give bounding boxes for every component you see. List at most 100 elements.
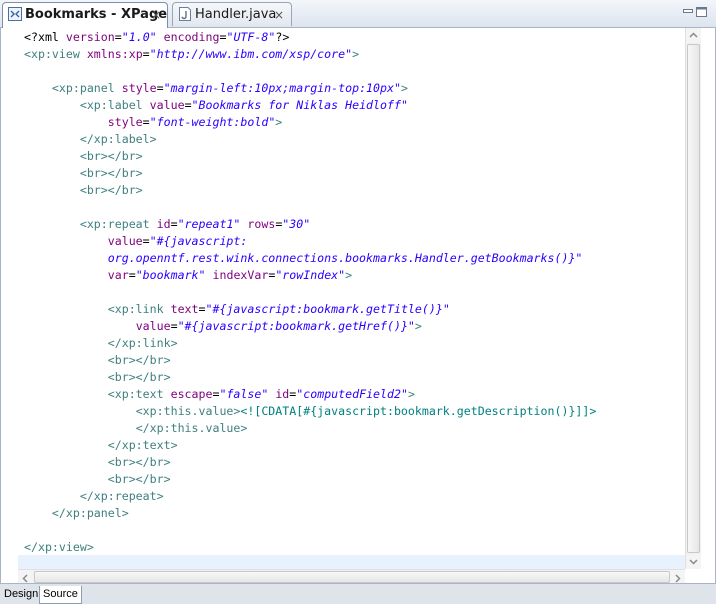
- code-token: xmlns:xp: [86, 47, 143, 61]
- code-token: "1.0": [121, 30, 157, 44]
- code-token: indexVar: [212, 268, 269, 282]
- code-token: <![CDATA[#{javascript:bookmark.getDescri…: [240, 404, 597, 418]
- editor-gutter: [1, 28, 18, 569]
- code-token: <br></br>: [79, 166, 143, 180]
- code-token: "margin-left:10px;margin-top:10px": [163, 81, 401, 95]
- code-token: =: [128, 268, 136, 282]
- code-token: <br></br>: [107, 353, 171, 367]
- code-token: "http://www.ibm.com/xsp/core": [149, 47, 353, 61]
- code-line: value="#{javascript:: [24, 233, 248, 250]
- tab-handler-java[interactable]: Handler.java ×: [172, 2, 292, 26]
- code-line: </xp:panel>: [24, 505, 129, 522]
- minimize-icon[interactable]: [683, 9, 693, 16]
- code-area[interactable]: <?xml version="1.0" encoding="UTF-8"?> <x…: [24, 29, 686, 569]
- scroll-right-button[interactable]: [670, 570, 685, 583]
- code-token: =: [114, 30, 122, 44]
- code-token: <xp:repeat: [79, 217, 157, 231]
- code-token: "Bookmarks for Niklas Heidloff": [191, 98, 408, 112]
- arrow-down-icon: [689, 559, 698, 565]
- code-token: <?xml: [24, 30, 66, 44]
- java-file-icon: [179, 7, 191, 21]
- code-line: <xp:repeat id="repeat1" rows="30": [24, 216, 310, 233]
- scroll-down-button[interactable]: [686, 554, 701, 569]
- code-token: "#{javascript:bookmark.getTitle()}": [205, 302, 450, 316]
- maximize-icon[interactable]: [696, 7, 707, 17]
- code-token: <br></br>: [79, 183, 143, 197]
- editor-mode-tabs: Design Source: [0, 583, 716, 604]
- tab-source[interactable]: Source: [39, 586, 82, 604]
- scroll-up-button[interactable]: [686, 28, 701, 43]
- code-token: </xp:label>: [79, 132, 157, 146]
- code-token: "font-weight:bold": [149, 115, 276, 129]
- tab-label: Handler.java: [195, 7, 277, 22]
- code-token: escape: [170, 387, 213, 401]
- code-token: <xp:view: [24, 47, 87, 61]
- code-token: <br></br>: [107, 455, 171, 469]
- code-line: </xp:label>: [24, 131, 157, 148]
- code-line: </xp:text>: [24, 437, 178, 454]
- tab-bookmarks-xpage[interactable]: Bookmarks - XPage ×: [2, 2, 168, 28]
- code-token: </xp:view>: [24, 540, 94, 554]
- code-line: <xp:view xmlns:xp="http://www.ibm.com/xs…: [24, 46, 359, 63]
- horizontal-scroll-thumb[interactable]: [34, 571, 670, 583]
- code-token: >: [352, 47, 360, 61]
- code-token: <xp:text: [107, 387, 171, 401]
- code-token: =: [184, 98, 192, 112]
- code-token: <xp:panel: [51, 81, 122, 95]
- code-token: text: [170, 302, 199, 316]
- code-token: <br></br>: [79, 149, 143, 163]
- code-token: "bookmark": [135, 268, 206, 282]
- editor-tab-bar: Bookmarks - XPage × Handler.java ×: [0, 0, 716, 28]
- code-line: <xp:panel style="margin-left:10px;margin…: [24, 80, 408, 97]
- code-token: =: [142, 115, 150, 129]
- code-line: <br></br>: [24, 454, 171, 471]
- code-line: <?xml version="1.0" encoding="UTF-8"?>: [24, 29, 289, 46]
- source-editor[interactable]: <?xml version="1.0" encoding="UTF-8"?> <x…: [0, 28, 716, 583]
- code-token: <br></br>: [107, 370, 171, 384]
- code-line: value="#{javascript:bookmark.getHref()}"…: [24, 318, 422, 335]
- scroll-left-button[interactable]: [18, 570, 33, 583]
- code-token: ?>: [275, 30, 290, 44]
- vertical-scroll-thumb[interactable]: [687, 44, 700, 553]
- code-token: =: [142, 234, 150, 248]
- code-token: "rowIndex": [275, 268, 346, 282]
- code-token: >: [275, 115, 283, 129]
- horizontal-scrollbar[interactable]: [18, 569, 685, 583]
- code-line: <xp:label value="Bookmarks for Niklas He…: [24, 97, 408, 114]
- code-token: var: [107, 268, 129, 282]
- close-tab-icon[interactable]: ×: [151, 4, 161, 26]
- tab-design[interactable]: Design: [1, 586, 41, 604]
- code-line: style="font-weight:bold">: [24, 114, 283, 131]
- code-token: </xp:panel>: [51, 506, 129, 520]
- code-token: </xp:link>: [107, 336, 178, 350]
- code-token: value: [135, 319, 171, 333]
- code-line: <br></br>: [24, 352, 171, 369]
- vertical-scrollbar[interactable]: [685, 28, 701, 569]
- tab-label: Bookmarks - XPage: [25, 7, 168, 22]
- code-token: version: [65, 30, 115, 44]
- code-token: org.openntf.rest.wink.connections.bookma…: [107, 251, 583, 265]
- code-line: <xp:text escape="false" id="computedFiel…: [24, 386, 415, 403]
- close-tab-icon[interactable]: ×: [274, 4, 284, 26]
- code-token: "#{javascript:: [149, 234, 248, 248]
